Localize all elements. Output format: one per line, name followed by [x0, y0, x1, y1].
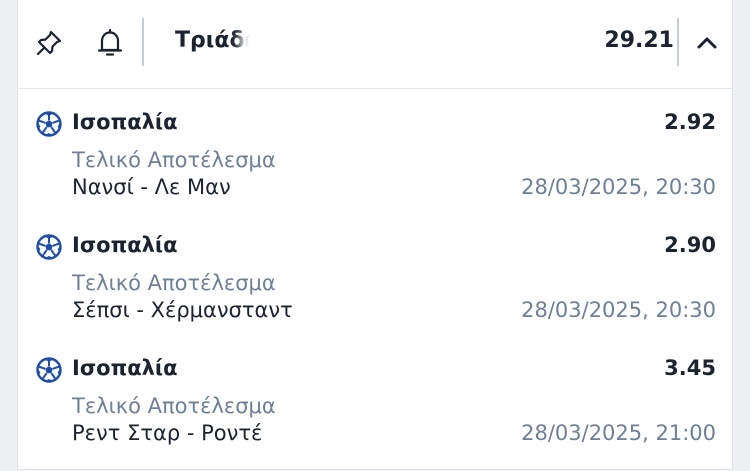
match-datetime: 28/03/2025, 20:30 — [521, 298, 716, 322]
market-label: Ισοπαλία — [72, 356, 178, 380]
match-datetime: 28/03/2025, 21:00 — [521, 421, 716, 445]
market-label: Ισοπαλία — [72, 110, 178, 134]
soccer-ball-icon — [36, 357, 62, 383]
market-label: Ισοπαλία — [72, 233, 178, 257]
bet-type-title: Τριάδα — [175, 28, 260, 53]
total-odds: 29.21 — [604, 28, 674, 53]
selection-odds: 2.92 — [664, 110, 716, 134]
match-name[interactable]: Ρεντ Σταρ - Ροντέ — [72, 421, 262, 445]
bell-icon[interactable] — [93, 24, 127, 62]
match-datetime: 28/03/2025, 20:30 — [521, 175, 716, 199]
bet-slip-header[interactable]: Τριάδα 29.21 — [18, 0, 732, 89]
selection-odds: 3.45 — [664, 356, 716, 380]
match-name[interactable]: Νανσί - Λε Μαν — [72, 175, 231, 199]
header-divider — [142, 18, 144, 66]
selection-item[interactable]: Ισοπαλία 3.45 Τελικό Αποτέλεσμα Ρεντ Στα… — [18, 348, 732, 471]
market-type: Τελικό Αποτέλεσμα — [72, 271, 276, 295]
header-divider-right — [677, 18, 679, 66]
match-name[interactable]: Σέπσι - Χέρμανσταντ — [72, 298, 293, 322]
soccer-ball-icon — [36, 111, 62, 137]
pin-icon[interactable] — [32, 24, 66, 62]
selection-item[interactable]: Ισοπαλία 2.92 Τελικό Αποτέλεσμα Νανσί - … — [18, 102, 732, 225]
market-type: Τελικό Αποτέλεσμα — [72, 148, 276, 172]
blurred-region — [248, 26, 348, 58]
soccer-ball-icon — [36, 234, 62, 260]
bet-slip-card: Τριάδα 29.21 Ισοπαλία 2.92 Τελικό Αποτέλ… — [17, 0, 733, 470]
selection-odds: 2.90 — [664, 233, 716, 257]
selection-item[interactable]: Ισοπαλία 2.90 Τελικό Αποτέλεσμα Σέπσι - … — [18, 225, 732, 348]
market-type: Τελικό Αποτέλεσμα — [72, 394, 276, 418]
chevron-up-icon[interactable] — [690, 24, 724, 62]
